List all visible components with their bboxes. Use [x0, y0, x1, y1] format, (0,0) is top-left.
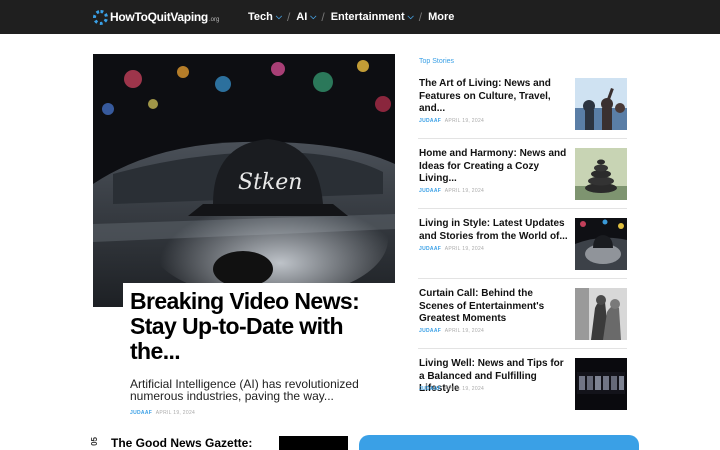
story-thumbnail[interactable]: [575, 218, 627, 270]
chevron-down-icon: ⌵: [275, 12, 282, 21]
nav-divider: /: [418, 10, 423, 24]
site-logo[interactable]: HowToQuitVaping .org: [93, 9, 219, 25]
story-divider: [418, 348, 627, 349]
hero-title[interactable]: Breaking Video News: Stay Up-to-Date wit…: [130, 289, 392, 364]
newsletter-card: [359, 435, 639, 450]
nav-divider: /: [286, 10, 291, 24]
logo-text: HowToQuitVaping: [110, 10, 208, 24]
story-title[interactable]: The Art of Living: News and Features on …: [419, 78, 569, 116]
story-item[interactable]: Living Well: News and Tips for a Balance…: [418, 358, 628, 428]
post-date: APRIL 19, 2024: [155, 410, 196, 416]
main-nav: Tech ⌵ / AI ⌵ / Entertainment ⌵ / More: [248, 0, 454, 34]
post-date: APRIL 19, 2024: [444, 118, 485, 124]
nav-item-label: Tech: [248, 11, 273, 23]
story-title[interactable]: Home and Harmony: News and Ideas for Cre…: [419, 148, 569, 186]
story-divider: [418, 278, 627, 279]
nav-item-tech[interactable]: Tech ⌵: [248, 11, 282, 23]
author-link[interactable]: JUDAAF: [419, 188, 441, 194]
section-title[interactable]: The Good News Gazette:: [111, 436, 252, 450]
story-divider: [418, 138, 627, 139]
post-date: APRIL 19, 2024: [444, 386, 485, 392]
hero-excerpt: Artificial Intelligence (AI) has revolut…: [130, 377, 359, 403]
story-thumbnail[interactable]: [575, 358, 627, 410]
nav-item-label: Entertainment: [330, 11, 405, 23]
chevron-down-icon: ⌵: [310, 12, 317, 21]
story-meta: JUDAAF APRIL 19, 2024: [419, 188, 484, 194]
story-divider: [418, 208, 627, 209]
chevron-down-icon: ⌵: [407, 12, 414, 21]
story-meta: JUDAAF APRIL 19, 2024: [419, 118, 484, 124]
author-link[interactable]: JUDAAF: [130, 410, 152, 416]
post-date: APRIL 19, 2024: [444, 188, 485, 194]
section-thumbnail[interactable]: [279, 436, 348, 450]
cap-logo-text: Stken: [238, 170, 302, 195]
story-meta: JUDAAF APRIL 19, 2024: [419, 328, 484, 334]
nav-item-ai[interactable]: AI ⌵: [296, 11, 316, 23]
nav-item-label: More: [428, 11, 455, 23]
nav-item-more[interactable]: More: [428, 11, 454, 23]
author-link[interactable]: JUDAAF: [419, 386, 441, 392]
nav-divider: /: [321, 10, 325, 24]
logo-tld: .org: [208, 17, 220, 23]
hero-image[interactable]: Stken: [93, 54, 395, 307]
author-link[interactable]: JUDAAF: [419, 118, 441, 124]
story-title[interactable]: Living in Style: Latest Updates and Stor…: [419, 218, 569, 243]
story-meta: JUDAAF APRIL 19, 2024: [419, 386, 484, 392]
site-header: HowToQuitVaping .org Tech ⌵ / AI ⌵ / Ent…: [0, 0, 720, 34]
section-number: 05: [90, 437, 99, 446]
nav-item-label: AI: [296, 11, 308, 23]
story-thumbnail[interactable]: [575, 288, 627, 340]
post-date: APRIL 19, 2024: [444, 246, 485, 252]
story-title[interactable]: Curtain Call: Behind the Scenes of Enter…: [419, 288, 569, 326]
story-meta: JUDAAF APRIL 19, 2024: [419, 246, 484, 252]
author-link[interactable]: JUDAAF: [419, 246, 441, 252]
nav-item-entertainment[interactable]: Entertainment ⌵: [331, 11, 414, 23]
logo-ring-icon: [93, 9, 108, 25]
post-date: APRIL 19, 2024: [444, 328, 485, 334]
hero-meta: JUDAAF APRIL 19, 2024: [130, 410, 195, 416]
author-link[interactable]: JUDAAF: [419, 328, 441, 334]
story-thumbnail[interactable]: [575, 148, 627, 200]
story-thumbnail[interactable]: [575, 78, 627, 130]
top-stories-heading: Top Stories: [419, 58, 455, 65]
